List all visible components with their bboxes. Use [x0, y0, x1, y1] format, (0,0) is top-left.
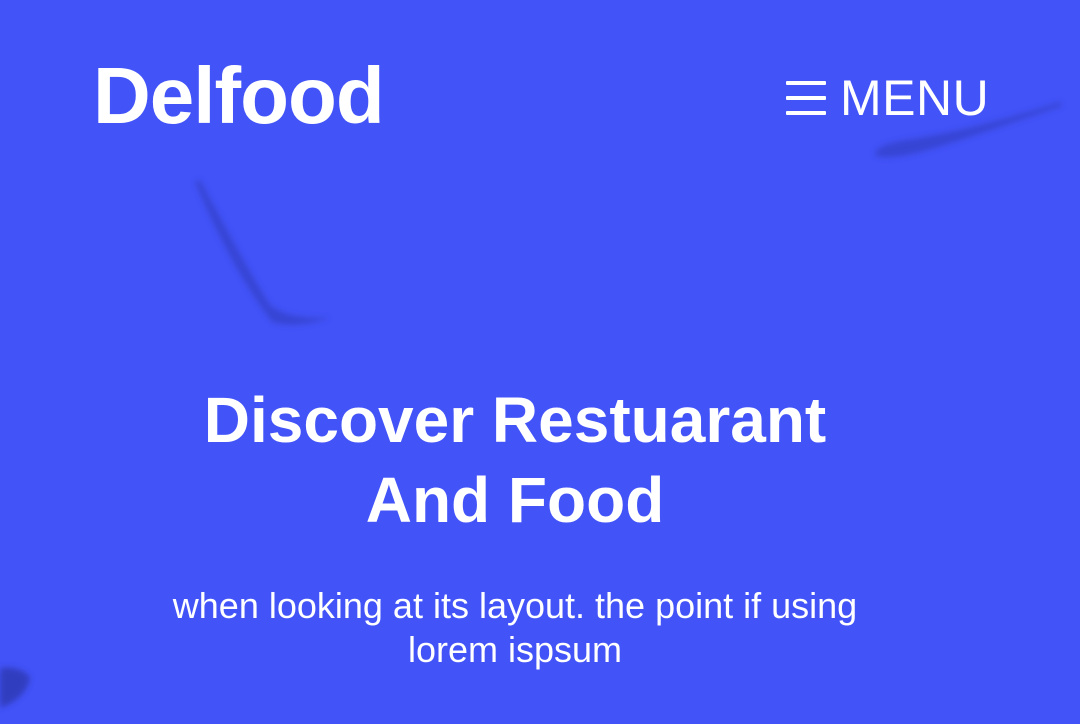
menu-button[interactable]: MENU	[786, 72, 989, 124]
corner-shadow	[0, 667, 30, 708]
hero-headline: Discover Restuarant And Food	[0, 380, 1030, 540]
hero-headline-line1: Discover Restuarant	[203, 384, 827, 456]
hamburger-icon	[786, 81, 826, 115]
hero-subtext-line1: when looking at its layout. the point if…	[172, 585, 858, 626]
hero-subtext-line2: lorem ispsum	[407, 629, 623, 670]
hero-subtext: when looking at its layout. the point if…	[0, 584, 1030, 672]
menu-label: MENU	[840, 70, 990, 126]
brand-logo[interactable]: Delfood	[93, 52, 385, 140]
hero-headline-line2: And Food	[365, 464, 665, 536]
spoon-shadow-left	[195, 180, 330, 325]
hero-section: Delfood MENU Discover Restuarant And Foo…	[0, 0, 1080, 724]
